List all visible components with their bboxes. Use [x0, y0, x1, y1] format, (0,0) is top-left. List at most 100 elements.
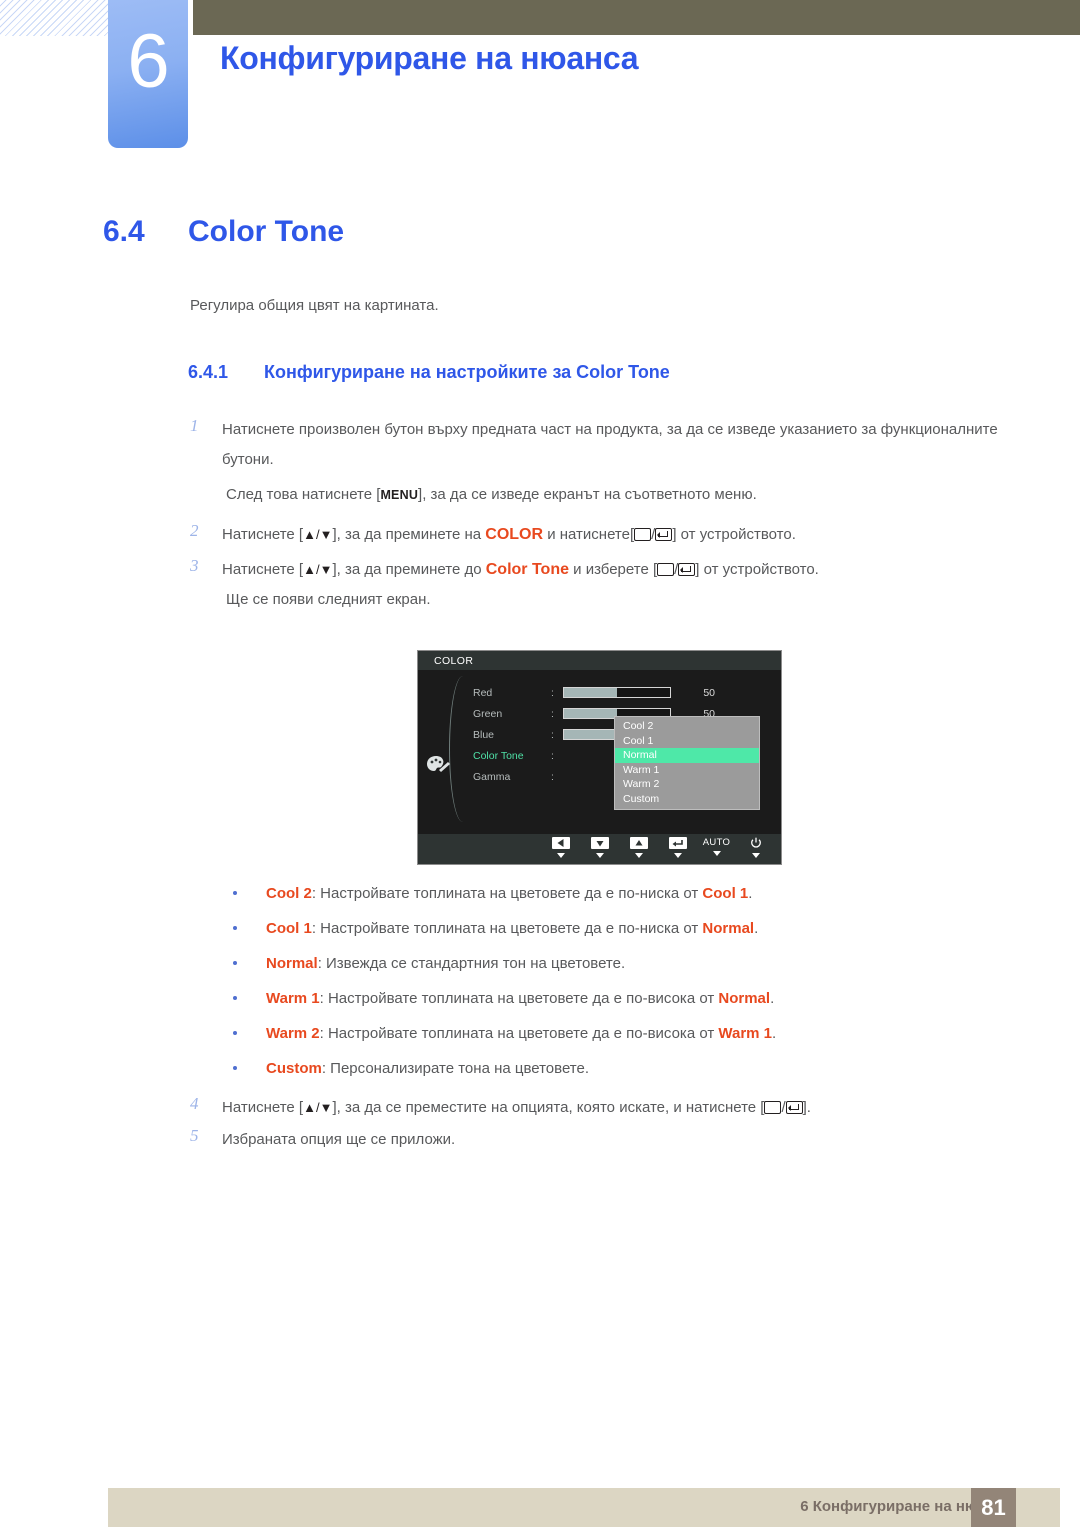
bullet-term: Warm 1 [266, 990, 320, 1007]
section-number: 6.4 [103, 215, 145, 248]
step-4: 4 Натиснете [▲/▼], за да се преместите н… [190, 1093, 1020, 1123]
osd-value-red: 50 [703, 686, 715, 699]
bullet-term: Normal [266, 955, 318, 972]
bullet-dot-icon [233, 926, 237, 930]
enter-icon [668, 837, 687, 849]
dropdown-option-normal[interactable]: Normal [615, 748, 759, 763]
osd-label-color-tone: Color Tone [473, 749, 524, 762]
bullet-term: Custom [266, 1060, 322, 1077]
bullet-ref: Warm 1 [718, 1025, 773, 1042]
bullet-desc: : Настройвате топлината на цветовете да … [311, 920, 703, 937]
menu-key-label: MENU [380, 488, 419, 502]
dropdown-option-warm1[interactable]: Warm 1 [615, 763, 759, 778]
osd-label-red: Red [473, 686, 493, 699]
bullet-dot-icon [233, 961, 237, 965]
osd-screenshot: COLOR Red : 50 Green : 50 Blue: Color T… [417, 650, 782, 865]
list-item: Warm 2: Настройвате топлината на цветове… [233, 1023, 777, 1045]
dropdown-option-cool1[interactable]: Cool 1 [615, 734, 759, 749]
subsection-heading: 6.4.1 Конфигуриране на настройките за Col… [188, 362, 670, 383]
osd-up-arrow-button[interactable] [619, 834, 658, 858]
indicator-triangle-icon [712, 851, 721, 856]
osd-colon: : [551, 707, 554, 720]
chapter-title: Конфигуриране на нюанса [220, 40, 639, 76]
up-arrow-icon [629, 837, 648, 849]
bullet-dot-icon [233, 1031, 237, 1035]
updown-arrow-icon: ▲/▼ [303, 562, 333, 577]
step-2-a: Натиснете [ [222, 526, 304, 543]
step-4-e: ]. [802, 1099, 811, 1116]
osd-body: Red : 50 Green : 50 Blue : 50 Color Tone… [418, 670, 781, 834]
osd-down-arrow-button[interactable] [580, 834, 619, 858]
bullet-ref: Normal [702, 920, 755, 937]
step-5-number: 5 [190, 1126, 199, 1145]
list-item: Normal: Извежда се стандартния тон на цв… [233, 953, 626, 975]
step-4-number: 4 [190, 1094, 199, 1113]
keyword-color-tone: Color Tone [485, 561, 569, 578]
osd-label-blue: Blue [473, 728, 495, 741]
keyword-color: COLOR [485, 526, 544, 543]
dropdown-option-custom[interactable]: Custom [615, 792, 759, 807]
step-3-e: ] от устройството. [695, 561, 819, 578]
osd-power-button[interactable] [736, 834, 775, 858]
step-4-text: Натиснете [▲/▼], за да се преместите на … [222, 1093, 1012, 1123]
bullet-desc: : Извежда се стандартния тон на цветовет… [317, 955, 626, 972]
step-4-a: Натиснете [ [222, 1099, 304, 1116]
step-5: 5 Избраната опция ще се приложи. [190, 1125, 1020, 1155]
left-arrow-icon [551, 837, 570, 849]
step-1-cont-post: ], за да се изведе екранът на съответнот… [418, 486, 757, 503]
indicator-triangle-icon [751, 853, 760, 858]
source-key-icon [764, 1101, 782, 1114]
enter-key-icon [678, 563, 696, 576]
osd-colon: : [551, 686, 554, 699]
footer-page-number: 81 [971, 1488, 1016, 1527]
auto-label: AUTO [702, 837, 731, 848]
bullet-desc: : Настройвате топлината на цветовете да … [311, 885, 703, 902]
indicator-triangle-icon [556, 853, 565, 858]
bullet-term: Cool 1 [266, 920, 312, 937]
palette-icon [426, 754, 452, 776]
step-1-continuation: След това натиснете [MENU], за да се изв… [226, 480, 757, 510]
bullet-desc: : Персонализирате тона на цветовете. [321, 1060, 590, 1077]
section-heading: 6.4 Color Tone [103, 215, 344, 249]
bullet-dot-icon [233, 1066, 237, 1070]
color-tone-dropdown[interactable]: Cool 2 Cool 1 Normal Warm 1 Warm 2 Custo… [614, 716, 760, 810]
step-4-b: ], за да се преместите на опцията, която… [332, 1099, 765, 1116]
list-item: Warm 1: Настройвате топлината на цветове… [233, 988, 775, 1010]
bullet-after: . [772, 1025, 777, 1042]
osd-row-red[interactable]: Red : 50 [473, 682, 773, 703]
osd-label-gamma: Gamma [473, 770, 511, 783]
list-item: Custom: Персонализирате тона на цветовет… [233, 1058, 590, 1080]
dropdown-option-warm2[interactable]: Warm 2 [615, 777, 759, 792]
osd-title-bar: COLOR [418, 651, 781, 670]
enter-key-icon [785, 1101, 803, 1114]
step-2-number: 2 [190, 521, 199, 540]
bullet-dot-icon [233, 996, 237, 1000]
bullet-after: . [748, 885, 753, 902]
bullet-term: Cool 2 [266, 885, 312, 902]
step-3-b: ], за да преминете до [332, 561, 486, 578]
osd-auto-button[interactable]: AUTO [697, 834, 736, 856]
step-2-c: и натиснете[ [543, 526, 635, 543]
osd-slider-red[interactable] [563, 687, 671, 698]
step-4-d: / [781, 1099, 786, 1116]
osd-colon: : [551, 770, 554, 783]
osd-colon: : [551, 749, 554, 762]
indicator-triangle-icon [673, 853, 682, 858]
bullet-desc: : Настройвате топлината на цветовете да … [319, 1025, 719, 1042]
source-key-icon [657, 563, 675, 576]
osd-enter-button[interactable] [658, 834, 697, 858]
step-5-text: Избраната опция ще се приложи. [222, 1131, 456, 1148]
bullet-after: . [770, 990, 775, 1007]
enter-key-icon [655, 528, 673, 541]
osd-left-arrow-button[interactable] [541, 834, 580, 858]
step-1-number: 1 [190, 416, 199, 435]
bullet-term: Warm 2 [266, 1025, 320, 1042]
dropdown-option-cool2[interactable]: Cool 2 [615, 719, 759, 734]
indicator-triangle-icon [595, 853, 604, 858]
indicator-triangle-icon [634, 853, 643, 858]
bullet-after: . [754, 920, 759, 937]
step-2-b: ], за да преминете на [332, 526, 486, 543]
step-2: 2 Натиснете [▲/▼], за да преминете на CO… [190, 520, 1020, 550]
step-2-text: Натиснете [▲/▼], за да преминете на COLO… [222, 520, 1012, 550]
step-1-text: Натиснете произволен бутон върху преднат… [222, 421, 998, 468]
